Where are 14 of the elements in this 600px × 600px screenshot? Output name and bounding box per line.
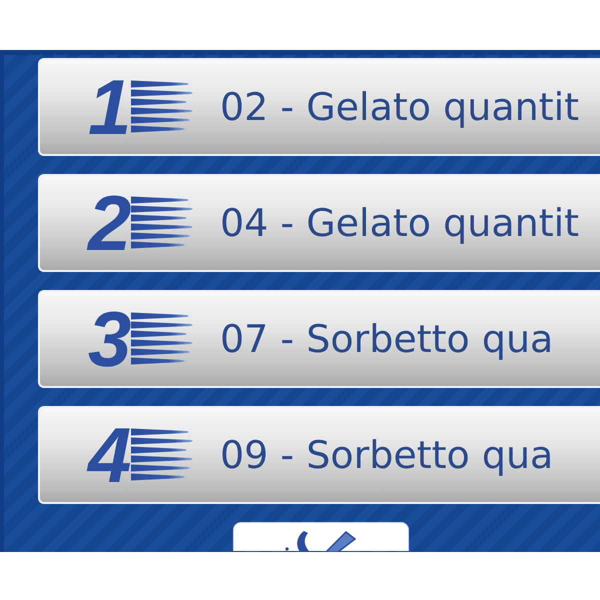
speed-lines-icon (131, 80, 194, 134)
preset-button[interactable]: 1 02 - Gelato quantit (38, 58, 600, 156)
preset-button[interactable]: 4 09 - Sorbetto qua (38, 406, 600, 504)
preset-number: 4 (88, 416, 132, 494)
tools-icon (284, 530, 358, 552)
speed-lines-icon (131, 428, 194, 482)
preset-button[interactable]: 2 04 - Gelato quantit (38, 174, 600, 272)
preset-number: 3 (88, 300, 132, 378)
speed-lines-icon (131, 196, 194, 250)
preset-button[interactable]: 3 07 - Sorbetto qua (38, 290, 600, 388)
tools-button[interactable] (233, 522, 409, 551)
preset-number: 2 (88, 184, 132, 262)
speed-lines-icon (131, 312, 194, 366)
preset-number: 1 (88, 68, 132, 146)
